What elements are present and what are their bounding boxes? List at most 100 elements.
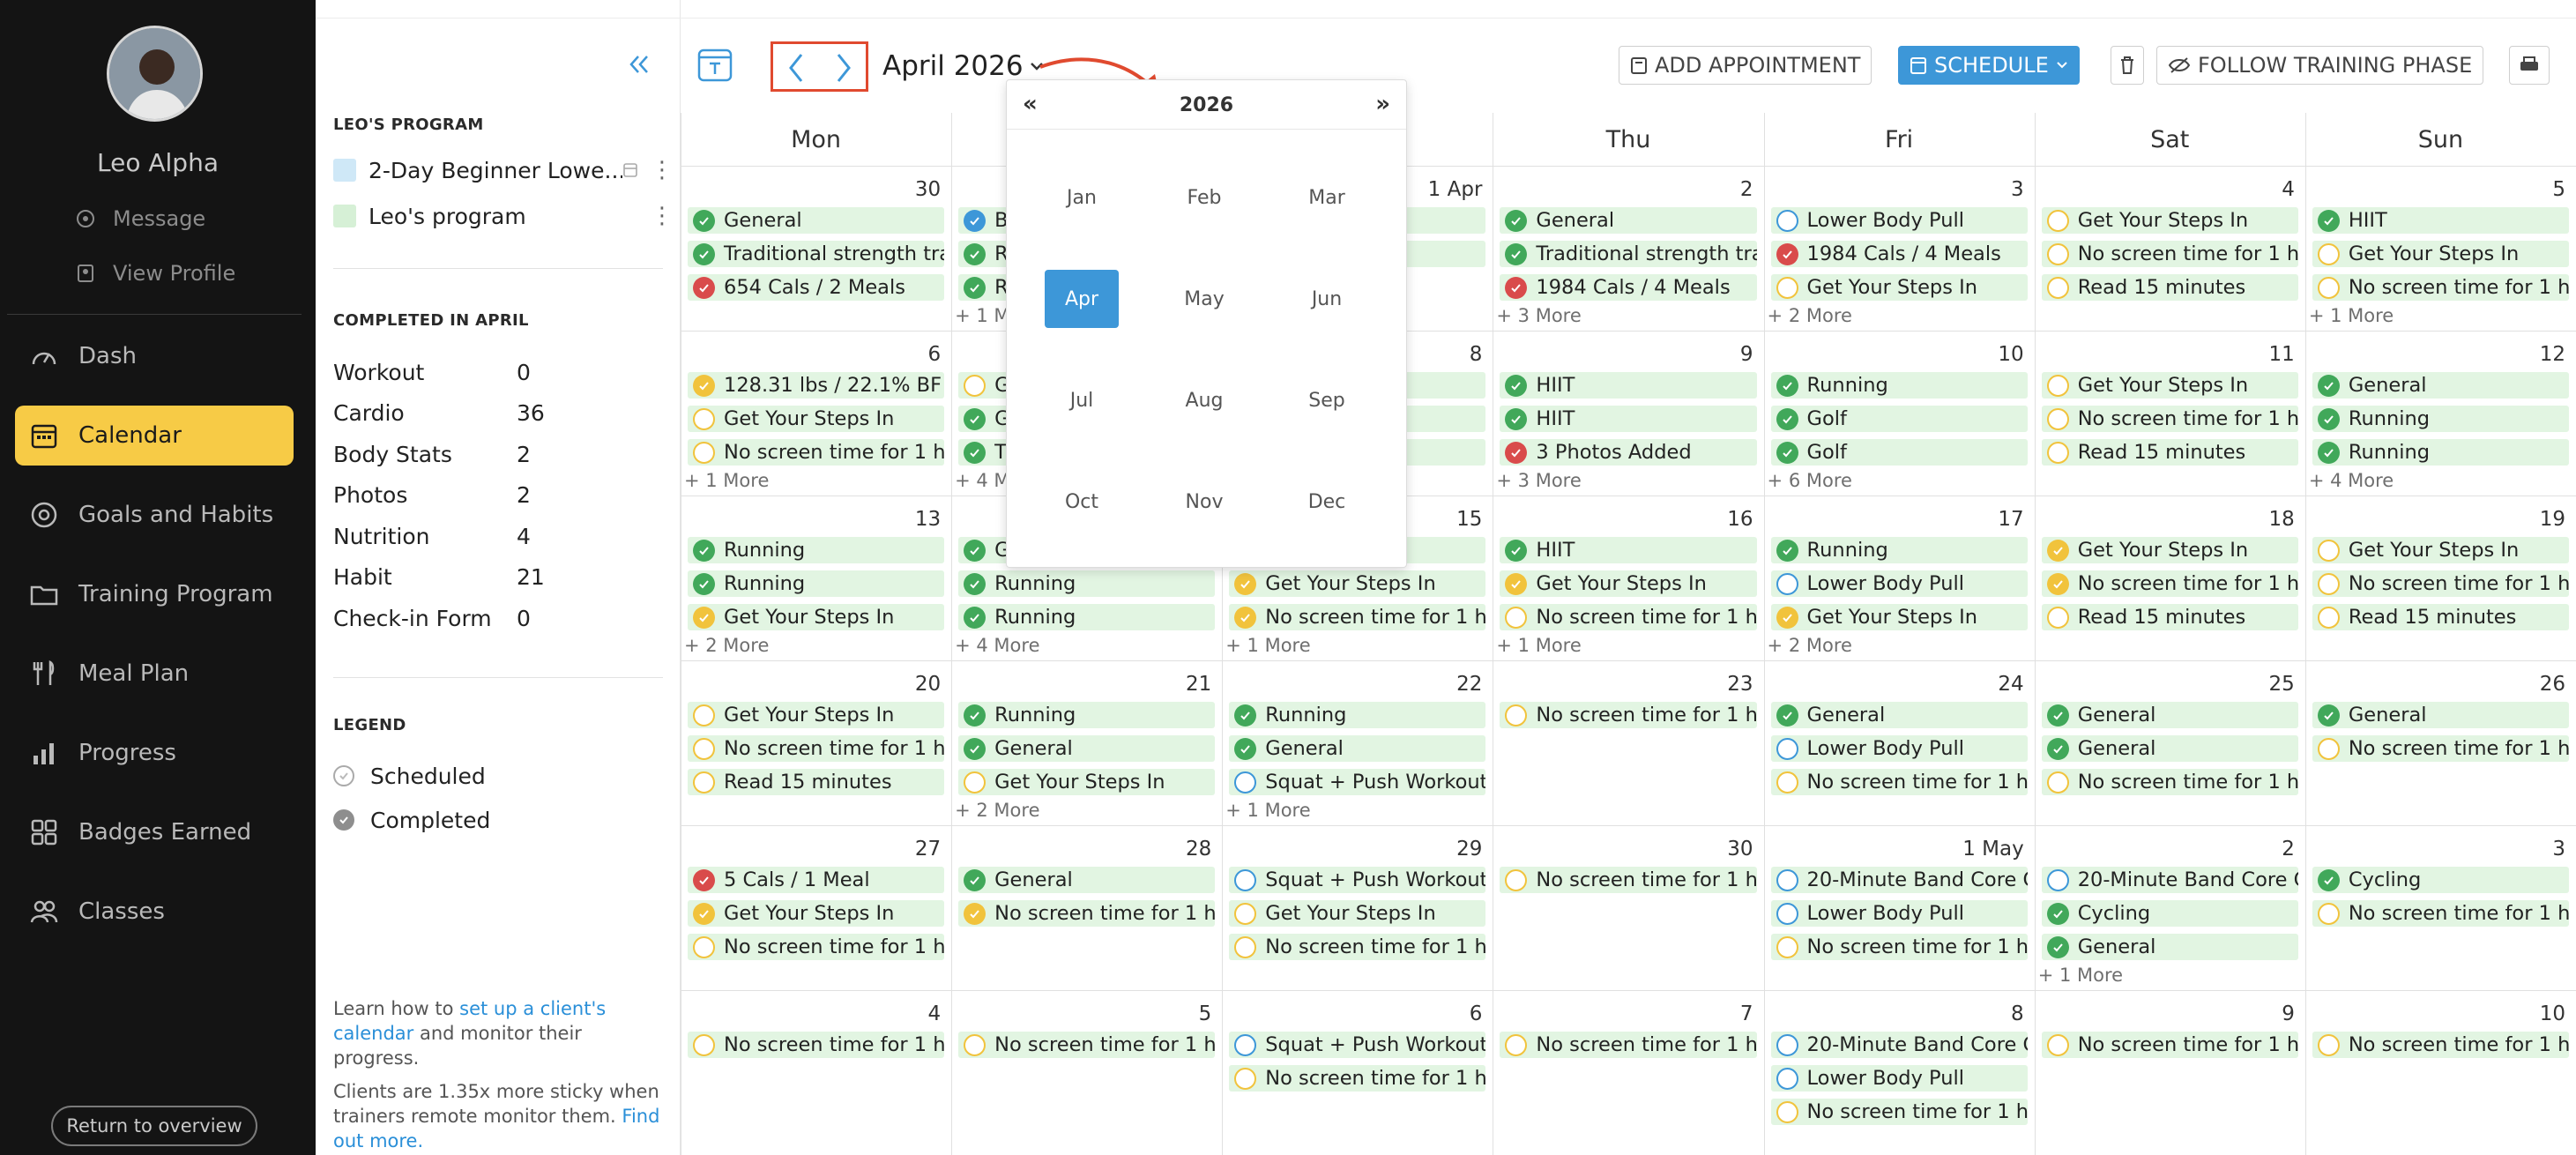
calendar-event[interactable]: No screen time for 1 hour	[1500, 867, 1757, 893]
calendar-event[interactable]: 3 Photos Added	[1500, 439, 1757, 466]
calendar-event[interactable]: Lower Body Pull	[1770, 900, 2028, 927]
print-button[interactable]	[2509, 46, 2550, 85]
more-events-link[interactable]: + 1 More	[2038, 965, 2123, 986]
calendar-event[interactable]: Running	[1229, 702, 1486, 728]
calendar-event[interactable]: General	[2041, 702, 2298, 728]
day-number[interactable]: 16	[1621, 508, 1753, 531]
nav-item-classes[interactable]: Classes	[15, 882, 294, 942]
message-link[interactable]: Message	[76, 204, 205, 234]
calendar-event[interactable]: Running	[1770, 372, 2028, 399]
calendar-event[interactable]: 654 Cals / 2 Meals	[688, 274, 945, 301]
calendar-event[interactable]: Lower Body Pull	[1770, 570, 2028, 597]
day-number[interactable]: 2	[2163, 838, 2295, 861]
day-number[interactable]: 27	[808, 838, 941, 861]
calendar-event[interactable]: No screen time for 1 hour	[1229, 1065, 1486, 1092]
calendar-event[interactable]: Squat + Push Workout	[1229, 769, 1486, 795]
calendar-event[interactable]: No screen time for 1 hour	[2312, 1032, 2569, 1058]
calendar-event[interactable]: 1984 Cals / 4 Meals	[1500, 274, 1757, 301]
month-option-jan[interactable]: Jan	[1045, 168, 1119, 227]
day-number[interactable]: 3	[1892, 178, 2024, 201]
calendar-event[interactable]: No screen time for 1 hour	[1770, 769, 2028, 795]
calendar-event[interactable]: General	[2312, 702, 2569, 728]
day-number[interactable]: 6	[1350, 1002, 1483, 1025]
more-events-link[interactable]: + 3 More	[1496, 470, 1581, 491]
calendar-event[interactable]: Lower Body Pull	[1770, 207, 2028, 234]
calendar-event[interactable]: Get Your Steps In	[1500, 570, 1757, 597]
nav-item-progress[interactable]: Progress	[15, 723, 294, 783]
calendar-event[interactable]: 1984 Cals / 4 Meals	[1770, 241, 2028, 267]
program-menu-icon[interactable]: ⋮	[651, 159, 674, 182]
nav-item-badges-earned[interactable]: Badges Earned	[15, 802, 294, 862]
calendar-event[interactable]: Get Your Steps In	[688, 604, 945, 630]
day-number[interactable]: 5	[1079, 1002, 1212, 1025]
day-number[interactable]: 9	[2163, 1002, 2295, 1025]
calendar-event[interactable]: General	[688, 207, 945, 234]
day-number[interactable]: 1 May	[1892, 838, 2024, 861]
day-number[interactable]: 6	[808, 343, 941, 366]
calendar-event[interactable]: Read 15 minutes	[2041, 439, 2298, 466]
more-events-link[interactable]: + 6 More	[1768, 470, 1852, 491]
avatar[interactable]	[107, 26, 203, 122]
calendar-event[interactable]: No screen time for 1 hour	[688, 439, 945, 466]
day-number[interactable]: 23	[1621, 673, 1753, 696]
calendar-event[interactable]: No screen time for 1 hour	[2041, 406, 2298, 432]
calendar-event[interactable]: Get Your Steps In	[1229, 570, 1486, 597]
calendar-event[interactable]: Get Your Steps In	[1770, 274, 2028, 301]
calendar-event[interactable]: General	[1229, 735, 1486, 762]
calendar-event[interactable]: Read 15 minutes	[2041, 604, 2298, 630]
calendar-event[interactable]: No screen time for 1 hour	[2041, 570, 2298, 597]
calendar-event[interactable]: Running	[958, 702, 1216, 728]
day-number[interactable]: 19	[2433, 508, 2565, 531]
month-option-dec[interactable]: Dec	[1290, 473, 1364, 531]
nav-item-calendar[interactable]: Calendar	[15, 406, 294, 466]
day-number[interactable]: 21	[1079, 673, 1211, 696]
calendar-event[interactable]: Lower Body Pull	[1770, 735, 2028, 762]
day-number[interactable]: 30	[1621, 838, 1753, 861]
calendar-event[interactable]: General	[2312, 372, 2569, 399]
calendar-event[interactable]: Traditional strength training	[1500, 241, 1757, 267]
day-number[interactable]: 2	[1621, 178, 1753, 201]
program-item[interactable]: 2-Day Beginner Lowe... ⋮	[333, 153, 674, 188]
day-number[interactable]: 30	[808, 178, 941, 201]
view-profile-link[interactable]: View Profile	[76, 258, 235, 288]
calendar-event[interactable]: Get Your Steps In	[2041, 537, 2298, 563]
calendar-event[interactable]: No screen time for 1 hour	[2312, 274, 2569, 301]
more-events-link[interactable]: + 2 More	[955, 800, 1039, 821]
day-number[interactable]: 7	[1621, 1002, 1753, 1025]
calendar-event[interactable]: HIIT	[2312, 207, 2569, 234]
month-option-jul[interactable]: Jul	[1045, 371, 1119, 429]
calendar-event[interactable]: Get Your Steps In	[958, 769, 1216, 795]
calendar-event[interactable]: Running	[688, 537, 945, 563]
day-number[interactable]: 17	[1892, 508, 2023, 531]
calendar-event[interactable]: No screen time for 1 hour	[1229, 604, 1486, 630]
month-option-mar[interactable]: Mar	[1290, 168, 1364, 227]
calendar-event[interactable]: No screen time for 1 hour	[1229, 934, 1486, 960]
month-option-nov[interactable]: Nov	[1167, 473, 1241, 531]
calendar-event[interactable]: General	[2041, 934, 2298, 960]
more-events-link[interactable]: + 1 M	[955, 305, 1009, 326]
calendar-event[interactable]: Get Your Steps In	[1770, 604, 2028, 630]
calendar-event[interactable]: General	[2041, 735, 2298, 762]
day-number[interactable]: 5	[2433, 178, 2565, 201]
calendar-event[interactable]: Read 15 minutes	[2041, 274, 2298, 301]
calendar-event[interactable]: No screen time for 1 hour	[958, 900, 1216, 927]
day-number[interactable]: 4	[808, 1002, 941, 1025]
more-events-link[interactable]: + 1 More	[1225, 635, 1310, 656]
calendar-event[interactable]: No screen time for 1 hour	[2041, 241, 2298, 267]
program-menu-icon[interactable]: ⋮	[651, 205, 674, 227]
calendar-event[interactable]: Golf	[1770, 439, 2028, 466]
program-item[interactable]: Leo's program ⋮	[333, 198, 674, 234]
day-number[interactable]: 11	[2163, 343, 2295, 366]
calendar-event[interactable]: General	[958, 735, 1216, 762]
next-month-button[interactable]	[826, 48, 861, 87]
calendar-event[interactable]: 5 Cals / 1 Meal	[688, 867, 945, 893]
day-number[interactable]: 3	[2433, 838, 2565, 861]
archive-icon[interactable]	[622, 161, 638, 179]
calendar-event[interactable]: Cycling	[2312, 867, 2569, 893]
delete-button[interactable]	[2111, 46, 2144, 85]
calendar-event[interactable]: No screen time for 1 hour	[1500, 702, 1757, 728]
day-number[interactable]: 22	[1350, 673, 1482, 696]
calendar-event[interactable]: Get Your Steps In	[2312, 537, 2569, 563]
calendar-event[interactable]: General	[958, 867, 1216, 893]
schedule-button[interactable]: SCHEDULE	[1898, 46, 2080, 85]
